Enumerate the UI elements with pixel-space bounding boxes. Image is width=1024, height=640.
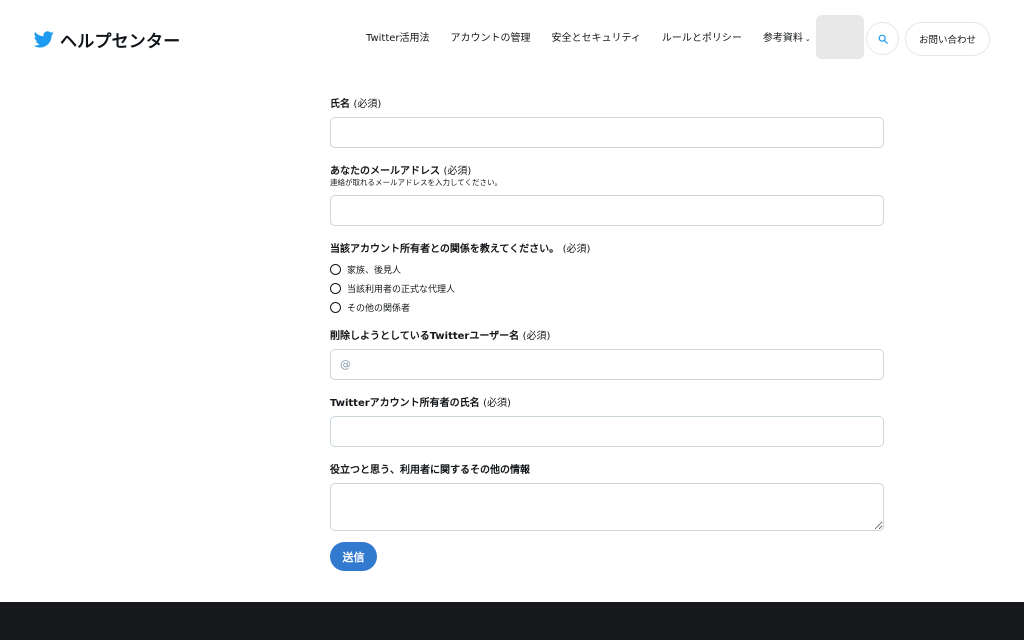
contact-button[interactable]: お問い合わせ [905, 22, 990, 56]
email-required: (必須) [443, 166, 472, 177]
other-info-label: 役立つと思う、利用者に関するその他の情報 [330, 465, 530, 476]
relation-label-text: 当該アカウント所有者との関係を教えてください。 [330, 244, 560, 255]
name-label: 氏名 (必須) [330, 99, 381, 111]
username-required: (必須) [522, 331, 551, 342]
other-info-textarea[interactable] [330, 483, 884, 531]
relation-required: (必須) [562, 244, 591, 255]
email-label: あなたのメールアドレス (必須) [330, 166, 471, 178]
owner-name-field[interactable] [330, 416, 884, 447]
radio-option-label: その他の関係者 [347, 304, 411, 314]
brand-logo[interactable]: ヘルプセンター [34, 27, 180, 52]
username-label-text: 削除しようとしているTwitterユーザー名 [330, 331, 520, 342]
nav-item-safety-security[interactable]: 安全とセキュリティ [552, 33, 641, 45]
username-field[interactable] [330, 349, 884, 380]
email-field[interactable] [330, 195, 884, 226]
nav-item-resources-label: 参考資料 [762, 33, 803, 44]
owner-name-label-text: Twitterアカウント所有者の氏名 [330, 398, 480, 409]
radio-option-family[interactable]: 家族、後見人 [330, 263, 401, 276]
relation-label: 当該アカウント所有者との関係を教えてください。 (必須) [330, 244, 590, 256]
nav-item-account-management[interactable]: アカウントの管理 [451, 33, 531, 45]
nav-item-resources[interactable]: 参考資料 ⌄ [763, 33, 811, 45]
brand-title: ヘルプセンター [60, 32, 181, 52]
nav-item-rules-policies[interactable]: ルールとポリシー [662, 33, 742, 45]
image-placeholder [816, 15, 864, 59]
site-footer [0, 602, 1024, 640]
username-label: 削除しようとしているTwitterユーザー名 (必須) [330, 331, 550, 343]
search-icon [878, 34, 888, 44]
chevron-down-icon: ⌄ [804, 35, 811, 43]
radio-option-label: 当該利用者の正式な代理人 [347, 285, 456, 295]
radio-circle[interactable] [330, 302, 341, 313]
owner-name-label: Twitterアカウント所有者の氏名 (必須) [330, 398, 511, 410]
twitter-bird-icon [34, 31, 54, 48]
owner-name-required: (必須) [483, 398, 511, 409]
radio-circle[interactable] [330, 283, 341, 294]
radio-option-label: 家族、後見人 [347, 266, 402, 276]
name-label-text: 氏名 [330, 99, 350, 110]
site-header: ヘルプセンター Twitter活用法 アカウントの管理 安全とセキュリティ ルー… [0, 0, 1024, 78]
radio-option-other[interactable]: その他の関係者 [330, 301, 410, 314]
radio-circle[interactable] [330, 264, 341, 275]
search-button[interactable] [866, 22, 899, 55]
email-label-text: あなたのメールアドレス [330, 166, 440, 177]
email-hint: 連絡が取れるメールアドレスを入力してください。 [330, 178, 503, 187]
radio-option-representative[interactable]: 当該利用者の正式な代理人 [330, 282, 455, 295]
nav-item-twitter-usage[interactable]: Twitter活用法 [366, 33, 430, 45]
main-nav: Twitter活用法 アカウントの管理 安全とセキュリティ ルールとポリシー 参… [366, 33, 811, 45]
submit-button[interactable]: 送信 [330, 542, 377, 571]
name-required: (必須) [353, 99, 382, 110]
name-field[interactable] [330, 117, 884, 148]
